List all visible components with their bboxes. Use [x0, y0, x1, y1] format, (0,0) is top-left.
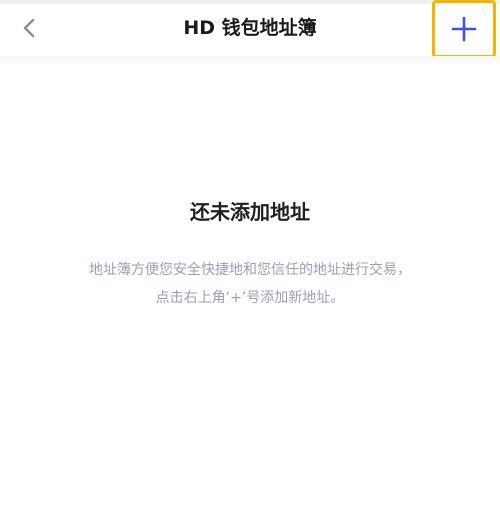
empty-state-description-line-1: 地址簿方便您安全快捷地和您信任的地址进行交易， [89, 262, 411, 278]
empty-state-title: 还未添加地址 [190, 200, 310, 224]
empty-state-description: 地址簿方便您安全快捷地和您信任的地址进行交易， 点击右上角‘+’号添加新地址。 [30, 256, 470, 312]
add-address-button[interactable] [432, 0, 496, 58]
back-button[interactable] [10, 8, 50, 48]
nav-divider [0, 56, 500, 66]
nav-bar: HD 钱包地址簿 [0, 0, 500, 58]
plus-icon [451, 16, 477, 42]
page-title: HD 钱包地址簿 [183, 17, 317, 39]
empty-state-description-line-2: 点击右上角‘+’号添加新地址。 [155, 290, 345, 306]
address-book-screen: HD 钱包地址簿 还未添加地址 地址簿方便您安全快捷地和您信任的地址进行交易， … [0, 0, 500, 520]
chevron-left-icon [23, 18, 35, 38]
